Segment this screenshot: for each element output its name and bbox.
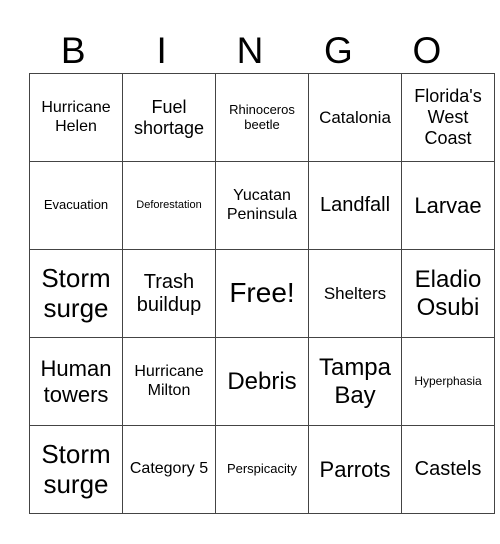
bingo-cell[interactable]: Larvae [401, 161, 495, 250]
bingo-cell[interactable]: Florida's West Coast [401, 73, 495, 162]
bingo-cell[interactable]: Catalonia [308, 73, 402, 162]
grid-row: Evacuation Deforestation Yucatan Peninsu… [29, 161, 495, 250]
bingo-cell[interactable]: Deforestation [122, 161, 216, 250]
header-letter-b: B [60, 30, 86, 71]
bingo-cell[interactable]: Tampa Bay [308, 337, 402, 426]
grid-row: Hurricane Helen Fuel shortage Rhinoceros… [29, 73, 495, 162]
header-letter-n: N [236, 30, 264, 71]
header-letter-o: O [412, 30, 442, 71]
bingo-cell[interactable]: Castels [401, 425, 495, 514]
bingo-cell[interactable]: Storm surge [29, 249, 123, 338]
bingo-cell[interactable]: Storm surge [29, 425, 123, 514]
bingo-cell[interactable]: Rhinoceros beetle [215, 73, 309, 162]
bingo-cell[interactable]: Trash buildup [122, 249, 216, 338]
bingo-cell[interactable]: Parrots [308, 425, 402, 514]
bingo-cell[interactable]: Category 5 [122, 425, 216, 514]
bingo-header: B I N G O [29, 30, 471, 72]
header-letter-i: I [156, 30, 167, 71]
bingo-cell[interactable]: Fuel shortage [122, 73, 216, 162]
bingo-cell[interactable]: Hurricane Helen [29, 73, 123, 162]
bingo-grid: Hurricane Helen Fuel shortage Rhinoceros… [29, 73, 495, 514]
bingo-cell[interactable]: Landfall [308, 161, 402, 250]
grid-row: Human towers Hurricane Milton Debris Tam… [29, 337, 495, 426]
free-space-cell[interactable]: Free! [215, 249, 309, 338]
bingo-cell[interactable]: Hyperphasia [401, 337, 495, 426]
bingo-cell[interactable]: Eladio Osubi [401, 249, 495, 338]
bingo-cell[interactable]: Debris [215, 337, 309, 426]
grid-row: Storm surge Category 5 Perspicacity Parr… [29, 425, 495, 514]
bingo-cell[interactable]: Yucatan Peninsula [215, 161, 309, 250]
bingo-cell[interactable]: Perspicacity [215, 425, 309, 514]
grid-row: Storm surge Trash buildup Free! Shelters… [29, 249, 495, 338]
bingo-cell[interactable]: Evacuation [29, 161, 123, 250]
header-letter-g: G [324, 30, 353, 71]
bingo-cell[interactable]: Hurricane Milton [122, 337, 216, 426]
bingo-cell[interactable]: Human towers [29, 337, 123, 426]
bingo-cell[interactable]: Shelters [308, 249, 402, 338]
